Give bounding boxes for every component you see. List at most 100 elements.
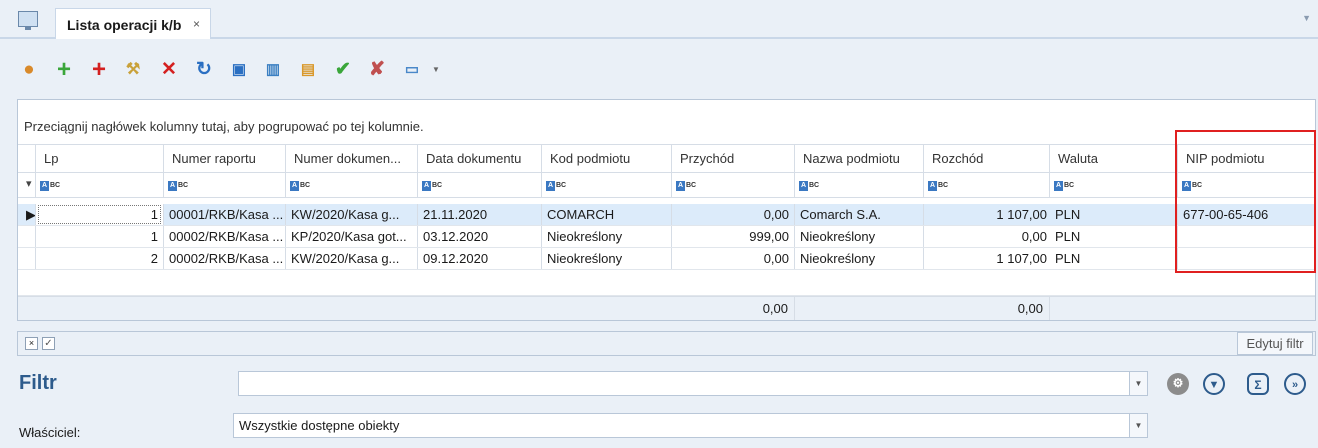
view-dropdown-icon[interactable]: ▼	[430, 59, 442, 81]
chart-icon[interactable]: ▥	[262, 59, 284, 81]
column-header-kod-podmiotu[interactable]: Kod podmiotu	[542, 145, 672, 172]
abc-icon: A BC	[928, 180, 949, 191]
column-header-numer-dokumentu[interactable]: Numer dokumen...	[286, 145, 418, 172]
cell-waluta[interactable]: PLN	[1050, 226, 1178, 247]
approve-icon[interactable]: ✔	[332, 59, 354, 81]
cell-rozchod[interactable]: 0,00	[924, 226, 1050, 247]
cell-waluta[interactable]: PLN	[1050, 204, 1178, 225]
add-icon[interactable]: +	[53, 58, 75, 82]
cell-przychod[interactable]: 999,00	[672, 226, 795, 247]
cell-numer-dokumentu[interactable]: KP/2020/Kasa got...	[286, 226, 418, 247]
clear-filter-icon[interactable]: ×	[25, 337, 38, 350]
cell-data-dokumentu[interactable]: 21.11.2020	[418, 204, 542, 225]
cell-nip-podmiotu[interactable]	[1178, 226, 1315, 247]
expand-icon[interactable]: »	[1284, 373, 1306, 395]
cell-rozchod[interactable]: 1 107,00	[924, 204, 1050, 225]
cell-lp[interactable]: 2	[36, 248, 164, 269]
abc-icon: A BC	[799, 180, 820, 191]
chevron-down-icon[interactable]: ▼	[1302, 13, 1311, 23]
filter-cell-kod-podmiotu[interactable]: A BC	[542, 173, 672, 197]
cell-przychod[interactable]: 0,00	[672, 248, 795, 269]
export-icon[interactable]: ▣	[228, 59, 250, 81]
cell-nip-podmiotu[interactable]	[1178, 248, 1315, 269]
filter-combo[interactable]: ▼	[238, 371, 1148, 396]
total-przychod: 0,00	[672, 297, 795, 320]
column-header-rozchod[interactable]: Rozchód	[924, 145, 1050, 172]
chevron-down-icon[interactable]: ▼	[1129, 372, 1147, 395]
owner-combo[interactable]: Wszystkie dostępne obiekty ▼	[233, 413, 1148, 438]
group-panel[interactable]: Przeciągnij nagłówek kolumny tutaj, aby …	[18, 100, 1315, 145]
cell-kod-podmiotu[interactable]: Nieokreślony	[542, 226, 672, 247]
wrench-icon[interactable]: ⚒	[122, 59, 144, 81]
cell-nazwa-podmiotu[interactable]: Nieokreślony	[795, 226, 924, 247]
row-indicator	[18, 248, 36, 269]
cell-lp[interactable]: 1	[36, 226, 164, 247]
column-header-nazwa-podmiotu[interactable]: Nazwa podmiotu	[795, 145, 924, 172]
edit-filter-button[interactable]: Edytuj filtr	[1237, 332, 1313, 355]
add-red-icon[interactable]: +	[88, 58, 110, 82]
cell-numer-dokumentu[interactable]: KW/2020/Kasa g...	[286, 248, 418, 269]
filter-cell-waluta[interactable]: A BC	[1050, 173, 1178, 197]
funnel-icon[interactable]: ▼	[1203, 373, 1225, 395]
cell-numer-raportu[interactable]: 00002/RKB/Kasa ...	[164, 226, 286, 247]
column-header-lp[interactable]: Lp	[36, 145, 164, 172]
cell-przychod[interactable]: 0,00	[672, 204, 795, 225]
abc-icon: A BC	[40, 180, 61, 191]
abc-icon: A BC	[422, 180, 443, 191]
owner-label: Właściciel:	[19, 425, 81, 440]
abc-icon: A BC	[290, 180, 311, 191]
unapprove-icon[interactable]: ✘	[366, 59, 388, 81]
table-row[interactable]: 1 00002/RKB/Kasa ... KP/2020/Kasa got...…	[18, 226, 1315, 248]
filter-cell-data-dokumentu[interactable]: A BC	[418, 173, 542, 197]
table-row[interactable]: 2 00002/RKB/Kasa ... KW/2020/Kasa g... 0…	[18, 248, 1315, 270]
enable-filter-checkbox[interactable]: ✓	[42, 337, 55, 350]
delete-icon[interactable]: ✕	[158, 59, 180, 81]
auto-filter-row: ▾ A BC A BC A BC A BC A BC A BC A BC A BC A BC AB…	[18, 173, 1315, 198]
row-indicator: ▶	[18, 204, 36, 225]
cell-data-dokumentu[interactable]: 09.12.2020	[418, 248, 542, 269]
view-icon[interactable]: ▭	[401, 59, 423, 81]
filter-cell-nip-podmiotu[interactable]: A BC	[1178, 173, 1315, 197]
chevron-down-icon[interactable]: ▼	[1129, 414, 1147, 437]
filter-cell-nazwa-podmiotu[interactable]: A BC	[795, 173, 924, 197]
filter-cell-rozchod[interactable]: A BC	[924, 173, 1050, 197]
monitor-icon[interactable]	[18, 11, 38, 30]
cell-data-dokumentu[interactable]: 03.12.2020	[418, 226, 542, 247]
total-rozchod: 0,00	[924, 297, 1050, 320]
refresh-icon[interactable]: ↻	[193, 59, 215, 81]
filter-pin-icon: ▾	[26, 178, 32, 190]
table-row[interactable]: ▶ 1 00001/RKB/Kasa ... KW/2020/Kasa g...…	[18, 204, 1315, 226]
column-header-data-dokumentu[interactable]: Data dokumentu	[418, 145, 542, 172]
cell-numer-dokumentu[interactable]: KW/2020/Kasa g...	[286, 204, 418, 225]
column-header-numer-raportu[interactable]: Numer raportu	[164, 145, 286, 172]
cell-lp[interactable]: 1	[36, 204, 164, 225]
filter-cell-lp[interactable]: A BC	[36, 173, 164, 197]
filter-cell-przychod[interactable]: A BC	[672, 173, 795, 197]
tab-lista-operacji[interactable]: Lista operacji k/b ×	[55, 8, 211, 39]
tab-strip: Lista operacji k/b × ▼	[0, 0, 1318, 39]
current-row-icon: ▶	[26, 207, 36, 222]
column-header-waluta[interactable]: Waluta	[1050, 145, 1178, 172]
cell-nazwa-podmiotu[interactable]: Comarch S.A.	[795, 204, 924, 225]
cell-waluta[interactable]: PLN	[1050, 248, 1178, 269]
column-header-przychod[interactable]: Przychód	[672, 145, 795, 172]
sigma-icon[interactable]: Σ	[1247, 373, 1269, 395]
abc-icon: A BC	[1182, 180, 1203, 191]
filter-cell-numer-raportu[interactable]: A BC	[164, 173, 286, 197]
gear-icon[interactable]: ⚙	[1167, 373, 1189, 395]
cell-rozchod[interactable]: 1 107,00	[924, 248, 1050, 269]
user-icon[interactable]: ●	[18, 59, 40, 81]
cell-kod-podmiotu[interactable]: Nieokreślony	[542, 248, 672, 269]
abc-icon: A BC	[168, 180, 189, 191]
cell-numer-raportu[interactable]: 00002/RKB/Kasa ...	[164, 248, 286, 269]
abc-icon: A BC	[676, 180, 697, 191]
column-header-nip-podmiotu[interactable]: NIP podmiotu	[1178, 145, 1315, 172]
close-tab-icon[interactable]: ×	[193, 17, 200, 31]
cell-nip-podmiotu[interactable]: 677-00-65-406	[1178, 204, 1315, 225]
filter-panel: × ✓ Edytuj filtr	[17, 331, 1316, 356]
cell-numer-raportu[interactable]: 00001/RKB/Kasa ...	[164, 204, 286, 225]
cell-nazwa-podmiotu[interactable]: Nieokreślony	[795, 248, 924, 269]
document-icon[interactable]: ▤	[297, 59, 319, 81]
filter-cell-numer-dokumentu[interactable]: A BC	[286, 173, 418, 197]
cell-kod-podmiotu[interactable]: COMARCH	[542, 204, 672, 225]
